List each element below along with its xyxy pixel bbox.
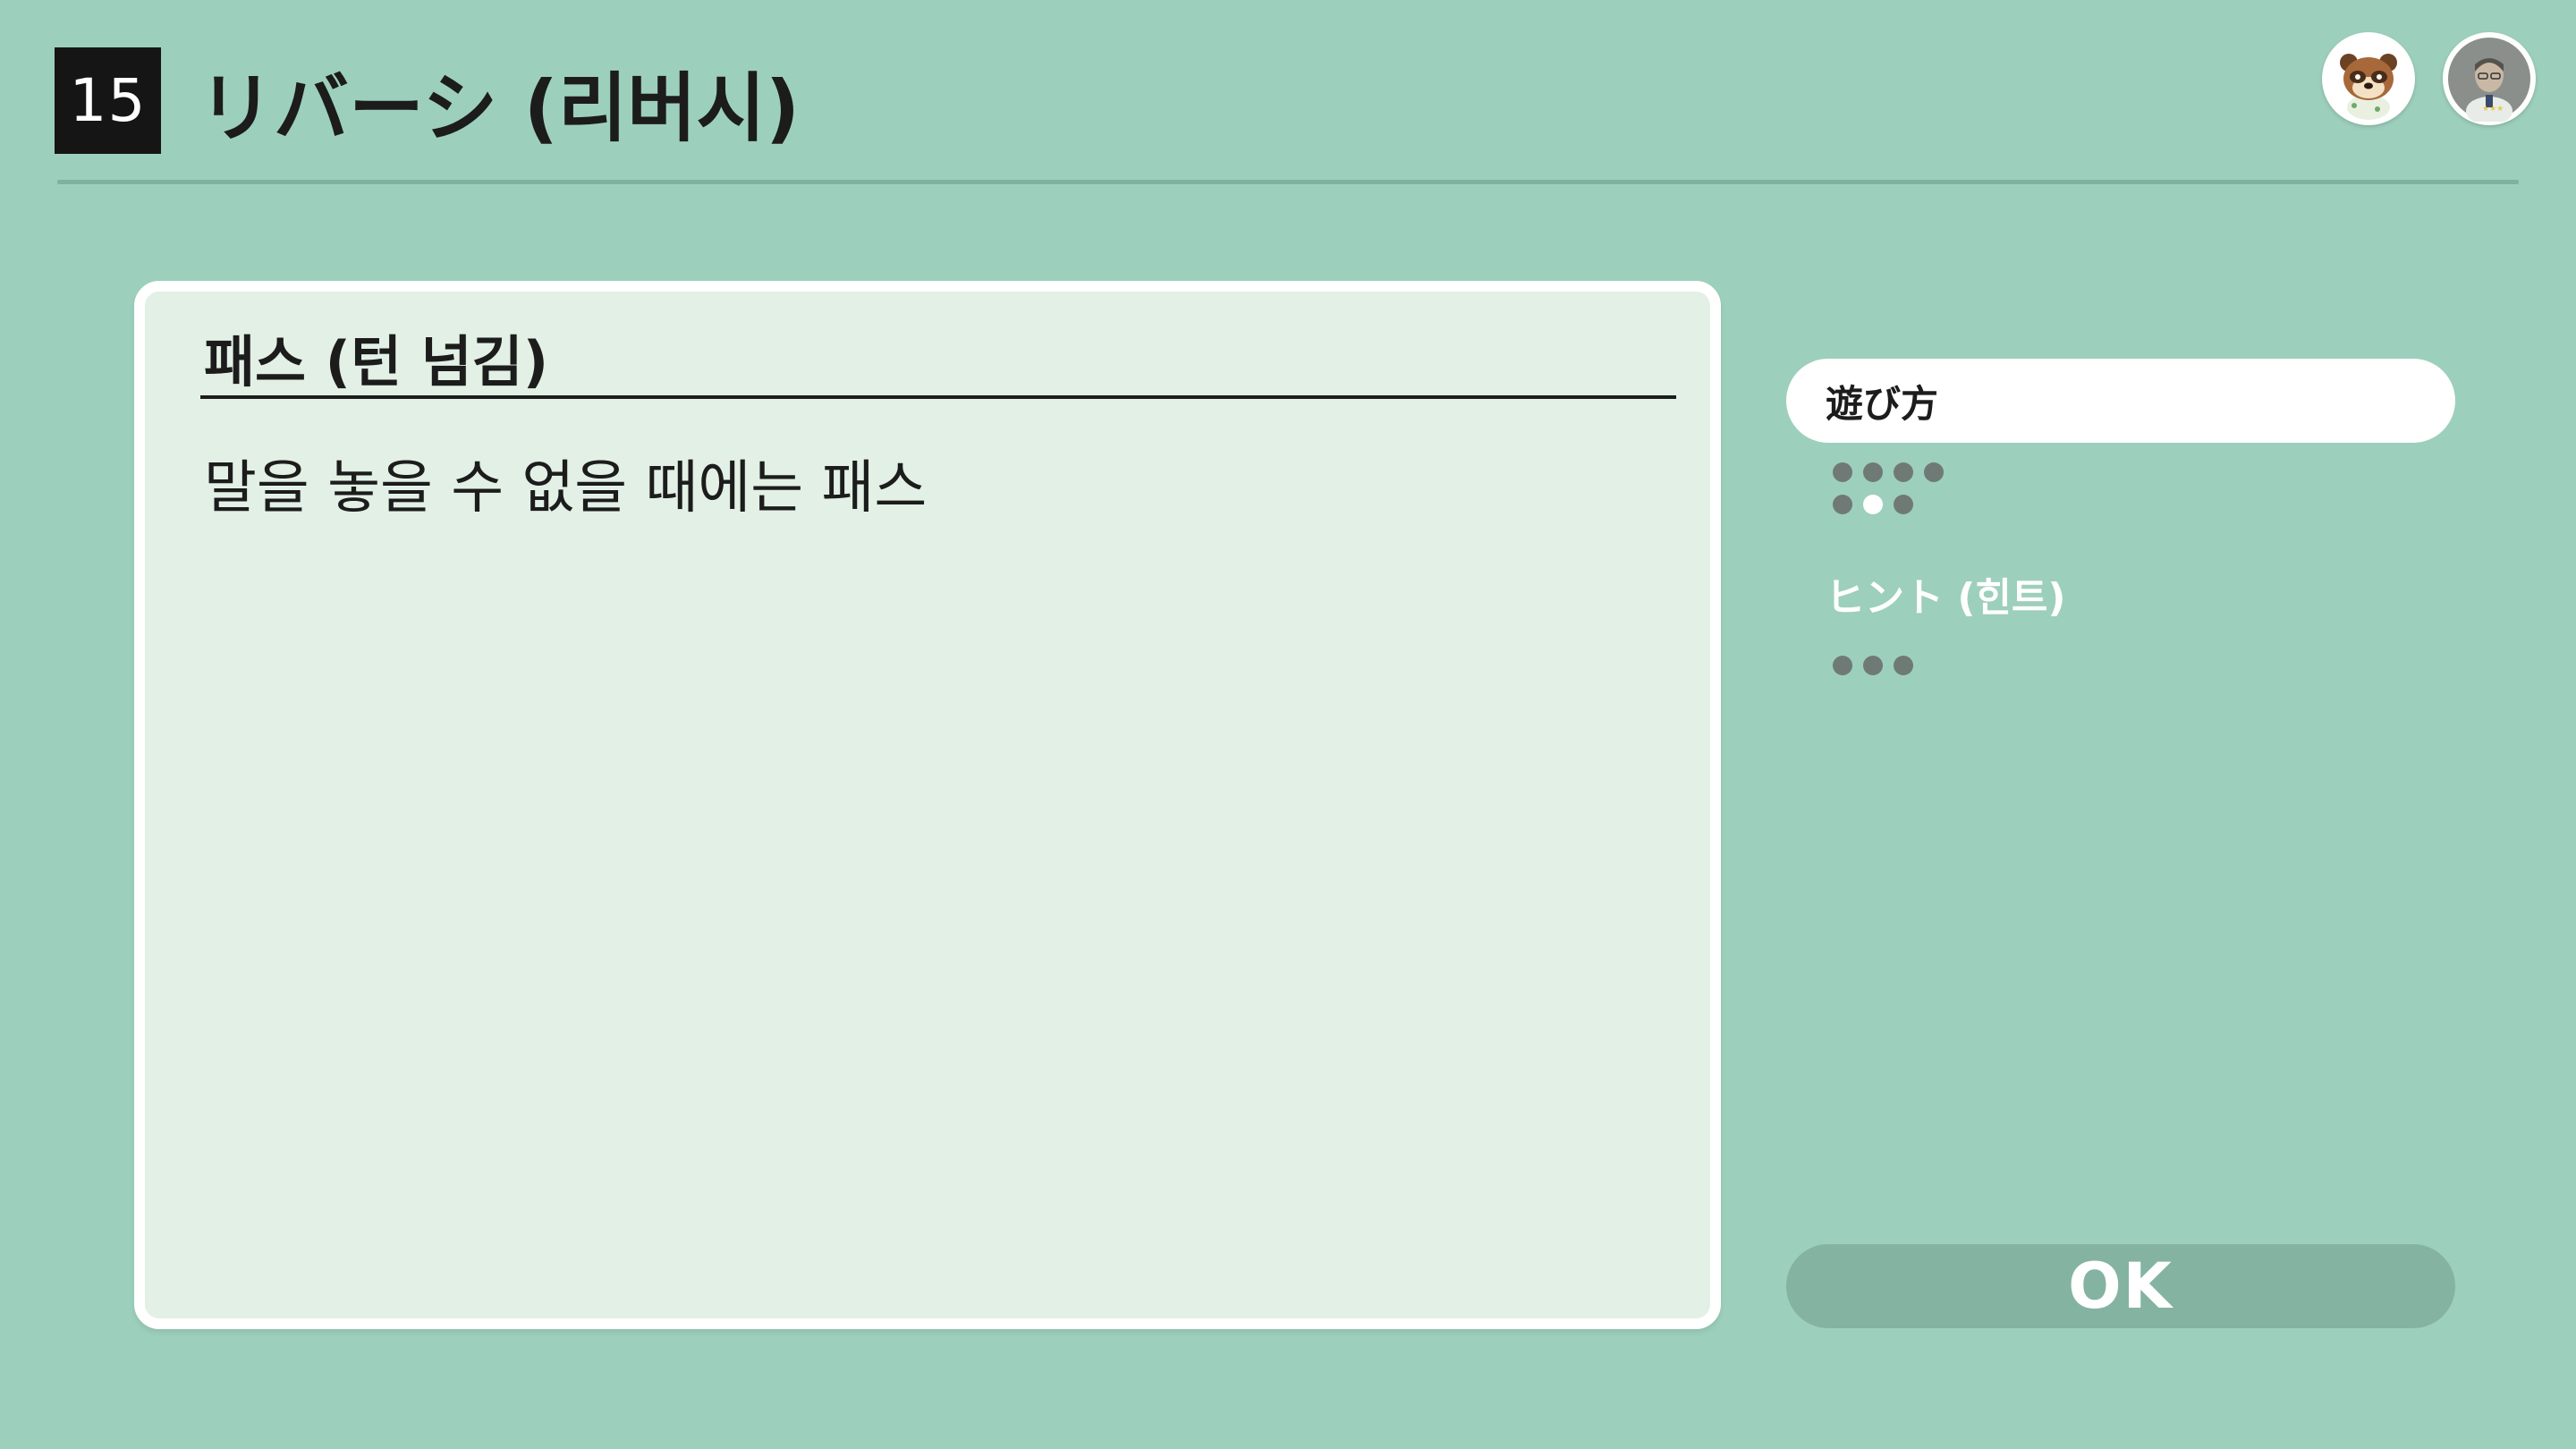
page-dot [1833, 495, 1852, 514]
raccoon-icon [2327, 38, 2410, 120]
ok-button[interactable]: OK [1786, 1244, 2455, 1328]
panel-title: 패스 (턴 넘김) [204, 329, 549, 394]
svg-text:★★★: ★★★ [2482, 105, 2504, 114]
menu-item-label: 遊び方 [1826, 381, 1939, 426]
page-dot [1863, 495, 1883, 514]
user-icon: ★★★ [2448, 38, 2530, 122]
instruction-panel: 패스 (턴 넘김) 말을 놓을 수 없을 때에는 패스 [134, 281, 1721, 1329]
panel-body-text: 말을 놓을 수 없을 때에는 패스 [204, 455, 928, 521]
page-title: リバーシ (리버시) [199, 64, 801, 152]
page-dot [1894, 462, 1913, 482]
menu-item-how-to-play[interactable]: 遊び方 [1786, 359, 2455, 443]
hints-page-indicator [1833, 656, 1958, 688]
panel-title-underline [200, 395, 1676, 399]
page-dot [1833, 462, 1852, 482]
page-dot [1863, 462, 1883, 482]
menu-item-hints[interactable]: ヒント (힌트) [1826, 565, 2066, 623]
page-dot [1924, 462, 1944, 482]
section-number-badge: 15 [55, 47, 161, 154]
character-avatar[interactable] [2322, 32, 2415, 125]
page-dot [1894, 495, 1913, 514]
page-dot [1894, 656, 1913, 675]
header-divider [57, 180, 2519, 184]
player-avatar[interactable]: ★★★ [2443, 32, 2536, 125]
how-to-play-page-indicator [1833, 462, 1958, 527]
page-dot [1833, 656, 1852, 675]
page-dot [1863, 656, 1883, 675]
